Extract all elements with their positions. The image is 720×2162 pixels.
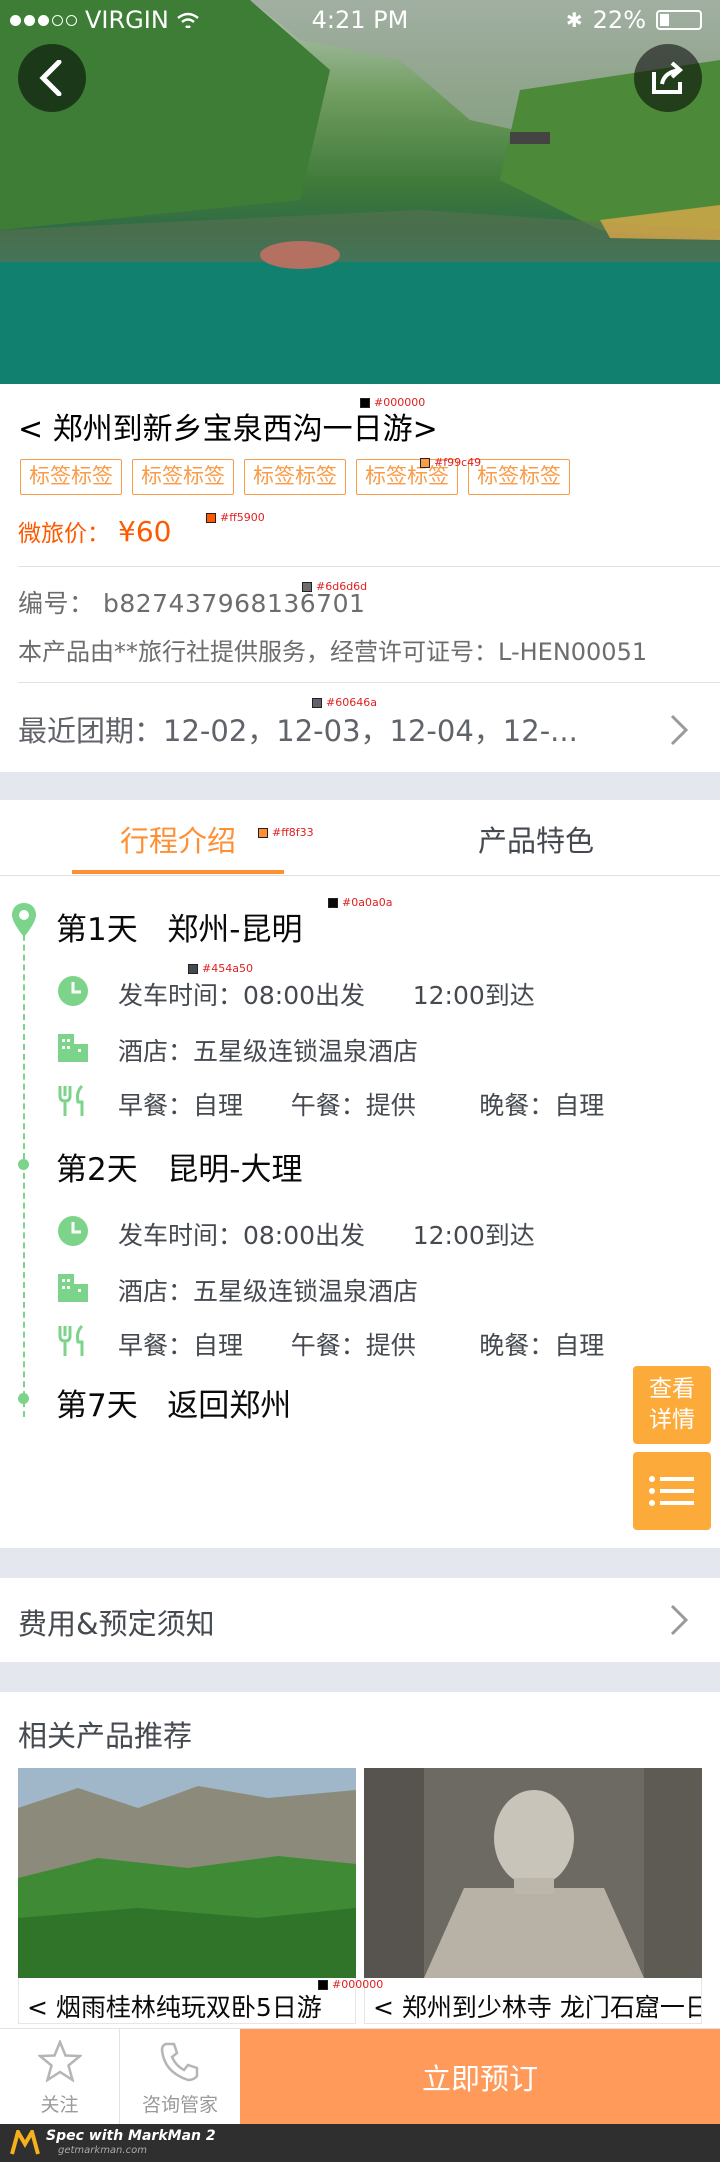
card-title: < 烟雨桂林纯玩双卧5日游 — [18, 1978, 356, 2024]
timeline-dot — [18, 1393, 29, 1404]
markman-footer: Spec with MarkMan 2 getmarkman.com — [0, 2124, 720, 2162]
color-annotation: #ff8f33 — [258, 826, 314, 839]
product-title: < 郑州到新乡宝泉西沟一日游> — [18, 412, 438, 447]
meals: 早餐：自理 午餐：提供 晚餐：自理 — [118, 1331, 605, 1360]
hotel-info: 酒店：五星级连锁温泉酒店 — [118, 1037, 419, 1066]
color-annotation: #f99c49 — [420, 456, 481, 469]
battery-percent: 22% — [592, 6, 646, 34]
card-image — [18, 1768, 356, 1978]
status-bar: VIRGIN 4:21 PM ✱ 22% — [0, 0, 720, 40]
price: 微旅价： ¥60 — [18, 514, 171, 548]
license-info: 本产品由**旅行社提供服务，经营许可证号：L-HEN00051 — [18, 638, 648, 666]
timeline-dot — [18, 1159, 29, 1170]
meal-icon — [58, 1084, 84, 1116]
color-annotation: #0a0a0a — [328, 896, 392, 909]
share-icon — [652, 61, 684, 94]
tag: 标签标签 — [132, 459, 234, 495]
back-arrow-icon — [39, 60, 62, 96]
hotel-icon — [58, 1034, 88, 1062]
footer-brand: Spec with MarkMan 2 — [46, 2128, 216, 2144]
section-gap — [0, 1548, 720, 1578]
tab-indicator — [72, 870, 284, 874]
recommend-card[interactable]: < 烟雨桂林纯玩双卧5日游 — [18, 1768, 356, 2024]
clock-icon — [58, 1216, 88, 1246]
price-label: 微旅价： — [18, 521, 110, 547]
consult-button[interactable]: 咨询管家 — [120, 2029, 240, 2125]
color-annotation: #454a50 — [188, 962, 253, 975]
departure-time: 发车时间：08:00出发 12:00到达 — [118, 1221, 535, 1250]
day-title: 第7天 返回郑州 — [56, 1388, 292, 1424]
tag: 标签标签 — [244, 459, 346, 495]
clock-icon — [58, 976, 88, 1006]
markman-logo-icon — [10, 2130, 40, 2155]
day-title: 第1天 郑州-昆明 — [56, 912, 303, 948]
chevron-right-icon — [670, 714, 689, 746]
color-annotation: #6d6d6d — [302, 580, 367, 593]
tab-bar: 行程介绍 产品特色 — [0, 800, 720, 876]
tag: 标签标签 — [20, 459, 122, 495]
divider — [18, 682, 720, 683]
phone-icon — [160, 2042, 199, 2082]
follow-button[interactable]: 关注 — [0, 2029, 120, 2125]
hero-image: VIRGIN 4:21 PM ✱ 22% — [0, 0, 720, 384]
price-value: ¥60 — [118, 515, 172, 548]
recent-dates: 最近团期：12-02，12-03，12-04，12-... — [18, 714, 578, 748]
card-image — [364, 1768, 702, 1978]
divider — [18, 566, 720, 567]
menu-button[interactable] — [633, 1452, 711, 1530]
hotel-info: 酒店：五星级连锁温泉酒店 — [118, 1277, 419, 1306]
footer-url: getmarkman.com — [58, 2145, 147, 2156]
departure-time: 发车时间：08:00出发 12:00到达 — [118, 981, 535, 1010]
share-button[interactable] — [634, 44, 702, 112]
meal-icon — [58, 1324, 84, 1356]
recommend-card[interactable]: < 郑州到少林寺 龙门石窟一日游 — [364, 1768, 702, 2024]
fees-label: 费用&预定须知 — [18, 1607, 215, 1641]
battery-icon — [656, 10, 702, 30]
tab-itinerary[interactable]: 行程介绍 — [120, 818, 236, 860]
page: VIRGIN 4:21 PM ✱ 22% < 郑州到新乡宝泉西沟一日游> #00… — [0, 0, 720, 2162]
color-annotation: #60646a — [312, 696, 377, 709]
recommend-title: 相关产品推荐 — [18, 1719, 193, 1753]
color-annotation: #ff5900 — [206, 511, 265, 524]
tag-list: 标签标签 标签标签 标签标签 标签标签 标签标签 — [20, 459, 570, 495]
card-title: < 郑州到少林寺 龙门石窟一日游 — [364, 1978, 702, 2024]
meals: 早餐：自理 午餐：提供 晚餐：自理 — [118, 1091, 605, 1120]
hotel-icon — [58, 1274, 88, 1302]
tab-features[interactable]: 产品特色 — [478, 818, 594, 860]
chevron-right-icon — [670, 1604, 689, 1636]
book-now-button[interactable]: 立即预订 — [240, 2029, 720, 2125]
bottom-bar: 关注 咨询管家 立即预订 — [0, 2028, 720, 2125]
fees-row[interactable]: 费用&预定须知 — [0, 1578, 720, 1662]
view-details-button[interactable]: 查看 详情 — [633, 1366, 711, 1444]
hero-landscape — [0, 0, 720, 384]
section-gap — [0, 1662, 720, 1692]
color-annotation: #000000 — [360, 396, 425, 409]
day-title: 第2天 昆明-大理 — [56, 1152, 303, 1188]
bluetooth-icon: ✱ — [565, 8, 583, 32]
list-icon — [649, 1476, 694, 1506]
color-annotation: #000000 — [318, 1978, 383, 1991]
star-icon — [37, 2040, 82, 2082]
back-button[interactable] — [18, 44, 86, 112]
section-gap — [0, 772, 720, 800]
tag: 标签标签 — [468, 459, 570, 495]
location-pin-icon — [12, 903, 36, 937]
